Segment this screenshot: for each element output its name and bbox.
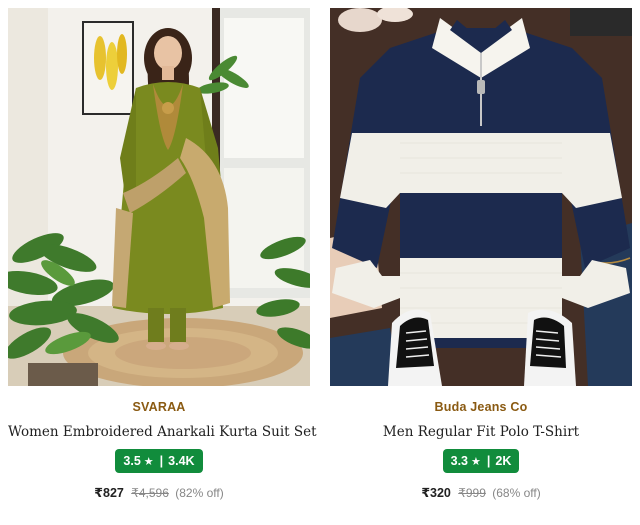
discount-label: (82% off) bbox=[175, 486, 224, 500]
rating-separator: | bbox=[159, 454, 164, 468]
rating-badge: 3.3 ★ | 2K bbox=[442, 449, 520, 473]
rating-count: 3.4K bbox=[168, 454, 195, 468]
original-price: ₹4,596 bbox=[131, 486, 169, 500]
rating-count: 2K bbox=[495, 454, 512, 468]
star-icon: ★ bbox=[143, 455, 154, 468]
price-row: ₹320 ₹999 (68% off) bbox=[330, 485, 632, 500]
discount-label: (68% off) bbox=[492, 486, 541, 500]
product-image-polo-tshirt[interactable] bbox=[330, 8, 632, 386]
product-brand: Buda Jeans Co bbox=[434, 400, 528, 414]
rating-value: 3.3 bbox=[450, 454, 469, 468]
product-card[interactable]: SVARAA Women Embroidered Anarkali Kurta … bbox=[8, 8, 317, 518]
selling-price: ₹320 bbox=[421, 486, 451, 500]
rating-badge: 3.5 ★ | 3.4K bbox=[115, 449, 203, 473]
product-title[interactable]: Women Embroidered Anarkali Kurta Suit Se… bbox=[8, 424, 317, 440]
rating-value: 3.5 bbox=[123, 454, 141, 468]
product-card[interactable]: Buda Jeans Co Men Regular Fit Polo T-Shi… bbox=[330, 8, 632, 518]
rating-separator: | bbox=[486, 454, 491, 468]
original-price: ₹999 bbox=[458, 486, 486, 500]
product-title[interactable]: Men Regular Fit Polo T-Shirt bbox=[330, 424, 632, 440]
price-row: ₹827 ₹4,596 (82% off) bbox=[8, 485, 310, 500]
product-image-kurta-suit[interactable] bbox=[8, 8, 310, 386]
product-grid: SVARAA Women Embroidered Anarkali Kurta … bbox=[0, 0, 640, 525]
selling-price: ₹827 bbox=[94, 486, 124, 500]
product-brand: SVARAA bbox=[132, 400, 186, 414]
star-icon: ★ bbox=[471, 455, 481, 468]
